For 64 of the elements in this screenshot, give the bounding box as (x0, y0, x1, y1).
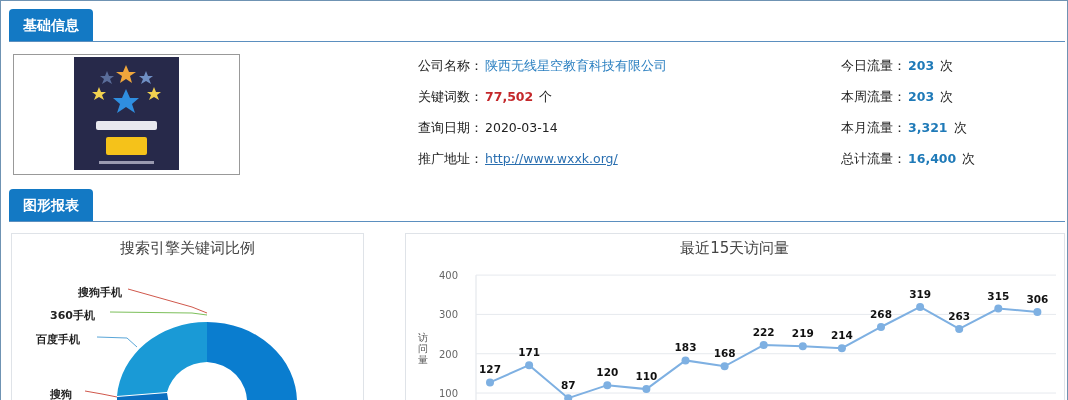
field-label: 公司名称： (418, 58, 483, 75)
field-value: 203 (908, 89, 935, 104)
axis-label: 访问量 (417, 332, 428, 365)
tick-label: 300 (438, 309, 458, 321)
tick-label: 200 (438, 348, 458, 360)
unit-label: 次 (940, 89, 954, 106)
data-point (642, 385, 651, 394)
field-label: 今日流量： (841, 58, 906, 75)
field-label: 总计流量： (841, 151, 906, 168)
data-label: 263 (947, 309, 970, 322)
leader-line (84, 390, 118, 398)
slice-label: 360手机 (50, 309, 95, 322)
data-label: 315 (987, 289, 1009, 302)
field-value: 77,502 (485, 89, 534, 104)
slice-label: 搜狗手机 (78, 286, 122, 299)
data-label: 168 (713, 347, 736, 360)
data-label: 219 (791, 327, 814, 340)
data-point (759, 341, 768, 350)
data-point (485, 378, 494, 387)
unit-label: 次 (953, 120, 967, 137)
data-label: 183 (674, 341, 697, 354)
data-label: 127 (478, 363, 501, 376)
chart-title: 搜索引擎关键词比例 (118, 238, 256, 258)
data-point (798, 342, 807, 351)
data-label: 306 (1026, 293, 1048, 306)
data-label: 222 (752, 326, 775, 339)
data-label: 120 (596, 366, 618, 379)
leader-line (96, 336, 138, 348)
unit-label: 次 (962, 151, 976, 168)
data-point (954, 324, 963, 333)
data-label: 214 (830, 329, 853, 342)
tick-label: 100 (438, 388, 458, 400)
field-label: 本月流量： (841, 120, 906, 137)
link[interactable]: 陕西无线星空教育科技有限公司 (485, 58, 667, 75)
field-value: 3,321 (908, 120, 948, 135)
unit-label: 个 (539, 89, 553, 106)
field-label: 本周流量： (841, 89, 906, 106)
field-label: 查询日期： (418, 120, 483, 137)
data-point (720, 362, 729, 371)
data-point (1033, 308, 1042, 317)
data-point (563, 394, 572, 400)
data-point (837, 344, 846, 353)
slice-label: 百度手机 (36, 333, 80, 346)
data-label: 268 (869, 308, 892, 320)
data-point (993, 304, 1002, 313)
slice-label: 搜狗 (50, 388, 72, 400)
data-label: 171 (517, 346, 540, 359)
data-point (602, 381, 611, 390)
data-point (876, 323, 885, 331)
data-label: 87 (560, 379, 576, 392)
data-label: 319 (908, 287, 931, 300)
data-point (915, 302, 924, 311)
field-value: 203 (908, 58, 935, 73)
tick-label: 400 (438, 270, 458, 282)
field-label: 关键词数： (418, 89, 483, 106)
unit-label: 次 (940, 58, 954, 75)
field-value: 16,400 (908, 151, 957, 166)
chart-title: 最近15天访问量 (679, 238, 791, 258)
data-point (524, 361, 533, 370)
data-point (681, 356, 690, 365)
link[interactable]: http://www.wxxk.org/ (485, 151, 618, 166)
data-label: 110 (635, 370, 657, 383)
field-value: 2020-03-14 (485, 120, 558, 135)
field-label: 推广地址： (418, 151, 483, 168)
